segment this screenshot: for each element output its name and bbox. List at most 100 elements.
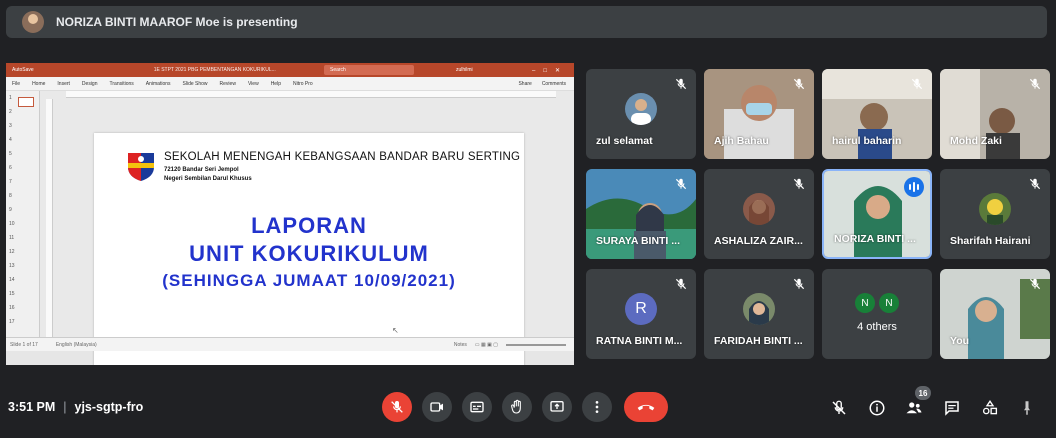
slide-num: 1 — [9, 95, 12, 101]
participant-tile[interactable]: FARIDAH BINTI ... — [704, 269, 814, 359]
meeting-details-button[interactable] — [867, 398, 887, 418]
mic-off-icon — [792, 277, 806, 291]
host-controls-icon — [832, 400, 846, 415]
autosave-label: AutoSave — [12, 67, 34, 73]
participant-avatar: R — [625, 293, 657, 325]
school-logo — [128, 153, 154, 181]
participant-tile[interactable]: zul selamat — [586, 69, 696, 159]
host-lock-button[interactable] — [1017, 398, 1037, 418]
menu-help: Help — [270, 80, 281, 87]
present-button[interactable] — [542, 392, 572, 422]
mic-toggle-button[interactable] — [382, 392, 412, 422]
captions-icon — [470, 401, 484, 413]
others-count: 4 others — [857, 321, 897, 333]
presenting-banner: NORIZA BINTI MAAROF Moe is presenting — [6, 6, 1047, 38]
comments-label: Comments — [541, 80, 566, 87]
participant-avatar — [625, 93, 657, 125]
participant-name: NORIZA BINTI ... — [834, 233, 916, 245]
participant-name: hairul baharin — [832, 135, 902, 147]
status-slide: Slide 1 of 17 — [10, 341, 38, 348]
menu-nitro: Nitro Pro — [292, 80, 313, 87]
mic-off-icon — [389, 399, 405, 415]
other-avatar: N — [855, 293, 875, 313]
people-count-badge: 16 — [915, 386, 931, 400]
host-controls-button[interactable] — [829, 398, 849, 418]
participant-name: SURAYA BINTI ... — [596, 235, 681, 247]
slide-num: 2 — [9, 109, 12, 115]
participant-tile[interactable]: Sharifah Hairani — [940, 169, 1050, 259]
participant-avatar — [743, 193, 775, 225]
presenting-text: NORIZA BINTI MAAROF Moe is presenting — [56, 15, 298, 29]
slide-num: 17 — [9, 319, 15, 325]
others-tile[interactable]: N N 4 others — [822, 269, 932, 359]
slide-num: 16 — [9, 305, 15, 311]
end-call-icon — [637, 404, 655, 411]
participant-name: Sharifah Hairani — [950, 235, 1031, 247]
menu-insert: Insert — [57, 80, 70, 87]
participant-tile[interactable]: Ajih Bahau — [704, 69, 814, 159]
menu-review: Review — [219, 80, 236, 87]
end-call-button[interactable] — [624, 392, 668, 422]
slide-num: 12 — [9, 249, 15, 255]
mic-off-icon — [1028, 277, 1042, 291]
slide-heading-1: LAPORAN — [251, 213, 367, 238]
slide-num: 6 — [9, 165, 12, 171]
chat-button[interactable] — [942, 398, 962, 418]
menu-view: View — [247, 80, 259, 87]
participant-tile-active[interactable]: NORIZA BINTI ... — [822, 169, 932, 259]
ppt-title-bar: AutoSave 1E STPT 2021 PBG PEMBENTANGAN K… — [6, 63, 574, 77]
info-icon — [869, 400, 885, 416]
participant-name: Mohd Zaki — [950, 135, 1002, 147]
present-icon — [550, 401, 564, 412]
participant-tile[interactable]: Mohd Zaki — [940, 69, 1050, 159]
ppt-file-title: 1E STPT 2021 PBG PEMBENTANGAN KOKURIKUL.… — [153, 67, 276, 73]
slide-num: 15 — [9, 291, 15, 297]
slide-num: 8 — [9, 193, 12, 199]
participant-name: RATNA BINTI M... — [596, 335, 683, 347]
mic-off-icon — [674, 177, 688, 191]
ppt-body: 1 2 3 4 5 6 7 8 9 10 11 12 13 14 15 16 1… — [6, 91, 574, 365]
self-tile[interactable]: You — [940, 269, 1050, 359]
lock-icon — [1024, 401, 1030, 415]
captions-button[interactable] — [462, 392, 492, 422]
mic-off-icon — [674, 77, 688, 91]
status-notes: Notes — [453, 341, 467, 348]
slide-num: 13 — [9, 263, 15, 269]
mic-off-icon — [1028, 77, 1042, 91]
participant-tile[interactable]: ASHALIZA ZAIR... — [704, 169, 814, 259]
slide-num: 10 — [9, 221, 15, 227]
participant-tile[interactable]: SURAYA BINTI ... — [586, 169, 696, 259]
slide-num: 5 — [9, 151, 12, 157]
ppt-status-bar: Slide 1 of 17 English (Malaysia) Notes ▭… — [6, 337, 574, 351]
camera-toggle-button[interactable] — [422, 392, 452, 422]
slide-canvas: SEKOLAH MENENGAH KEBANGSAAN BANDAR BARU … — [94, 133, 524, 365]
mic-off-icon — [910, 77, 924, 91]
slide-heading-3: (SEHINGGA JUMAAT 10/09/2021) — [162, 271, 456, 290]
meeting-info: 3:51 PM | yjs-sgtp-fro — [8, 400, 143, 414]
participant-tile[interactable]: hairul baharin — [822, 69, 932, 159]
people-button[interactable] — [904, 398, 924, 418]
school-address-1: 72120 Bandar Seri Jempol — [164, 167, 239, 173]
presenter-avatar — [22, 11, 44, 33]
menu-animations: Animations — [145, 80, 171, 87]
shared-screen: AutoSave 1E STPT 2021 PBG PEMBENTANGAN K… — [6, 63, 574, 365]
more-icon — [595, 401, 599, 413]
ruler-top — [66, 91, 556, 98]
mic-off-icon — [674, 277, 688, 291]
more-options-button[interactable] — [582, 392, 612, 422]
participant-tile[interactable]: R RATNA BINTI M... — [586, 269, 696, 359]
raise-hand-button[interactable] — [502, 392, 532, 422]
separator: | — [63, 400, 67, 414]
school-name: SEKOLAH MENENGAH KEBANGSAAN BANDAR BARU … — [164, 151, 521, 163]
camera-icon — [430, 402, 443, 412]
slide-num: 3 — [9, 123, 12, 129]
participant-name: Ajih Bahau — [714, 135, 769, 147]
people-icon — [906, 402, 922, 414]
participant-avatar — [979, 193, 1011, 225]
selected-slide-thumb — [18, 97, 34, 107]
raise-hand-icon — [511, 399, 521, 414]
activities-button[interactable] — [980, 398, 1000, 418]
other-avatar: N — [879, 293, 899, 313]
mic-off-icon — [1028, 177, 1042, 191]
slide-num: 7 — [9, 179, 12, 185]
